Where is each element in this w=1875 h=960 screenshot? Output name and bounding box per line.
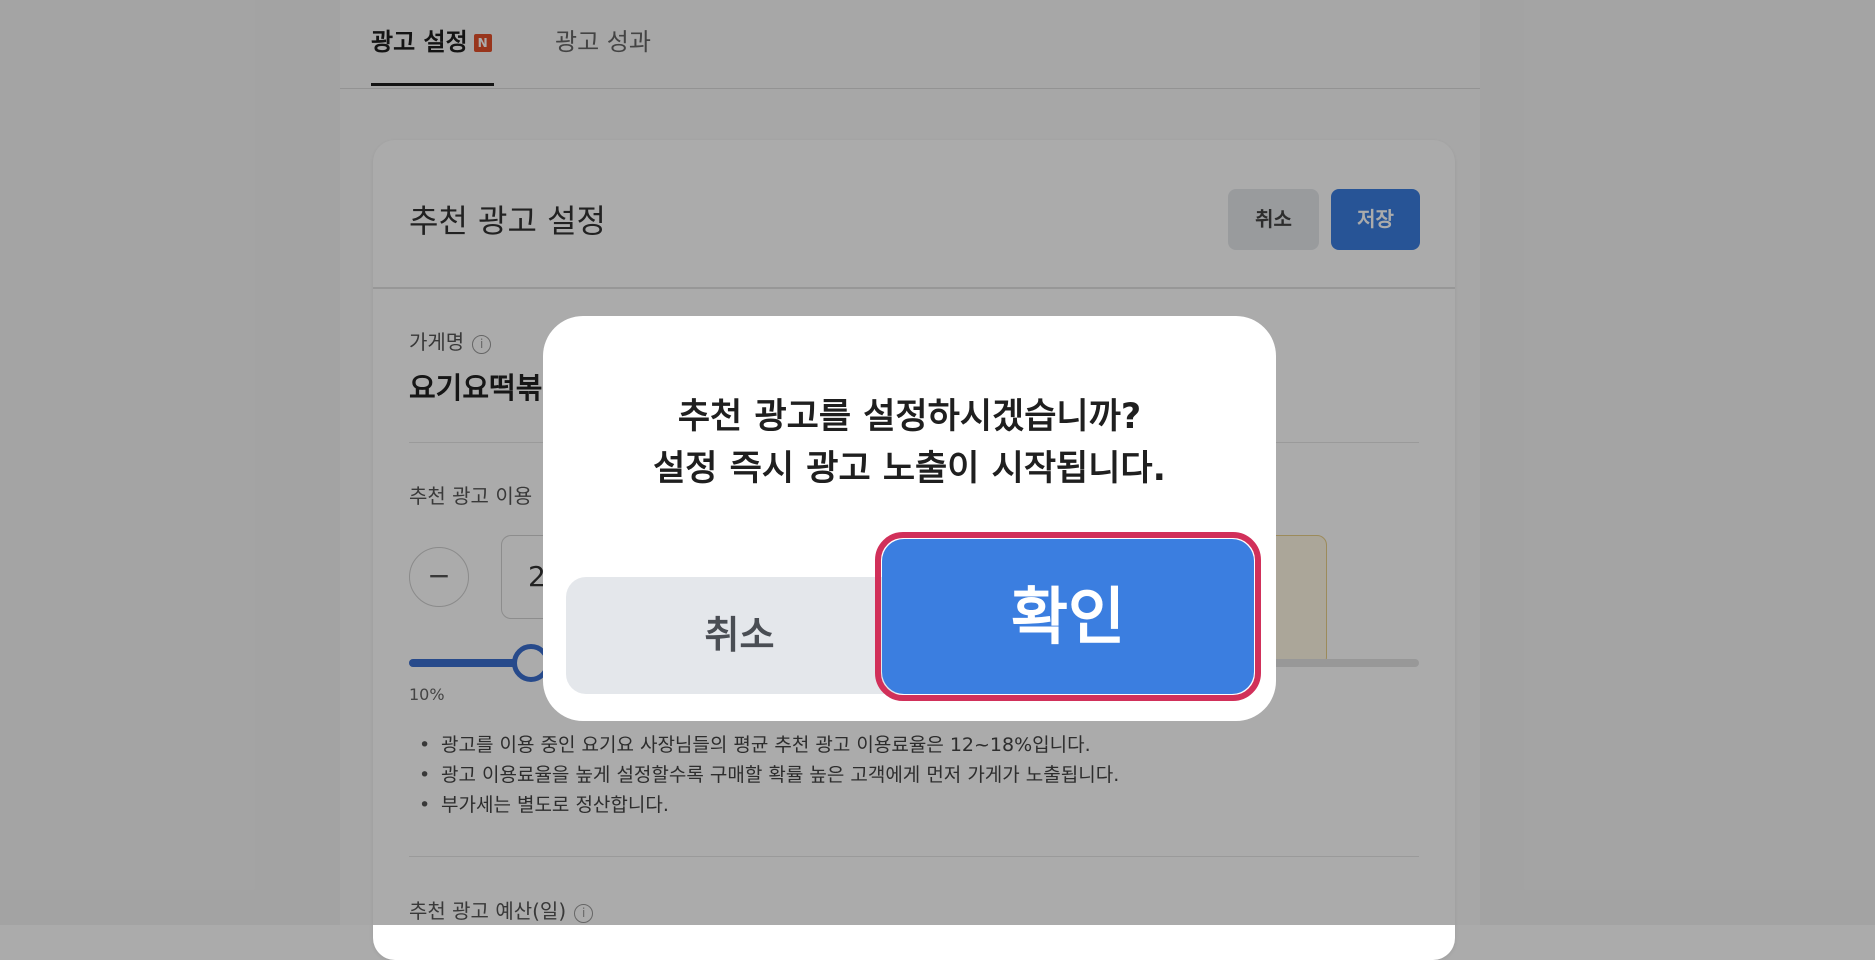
- confirm-dialog: 추천 광고를 설정하시겠습니까? 설정 즉시 광고 노출이 시작됩니다. 취소 …: [543, 316, 1276, 721]
- dialog-cancel-button[interactable]: 취소: [566, 577, 913, 694]
- dialog-confirm-button[interactable]: 확인: [882, 539, 1254, 694]
- dialog-message: 추천 광고를 설정하시겠습니까? 설정 즉시 광고 노출이 시작됩니다.: [653, 397, 1166, 489]
